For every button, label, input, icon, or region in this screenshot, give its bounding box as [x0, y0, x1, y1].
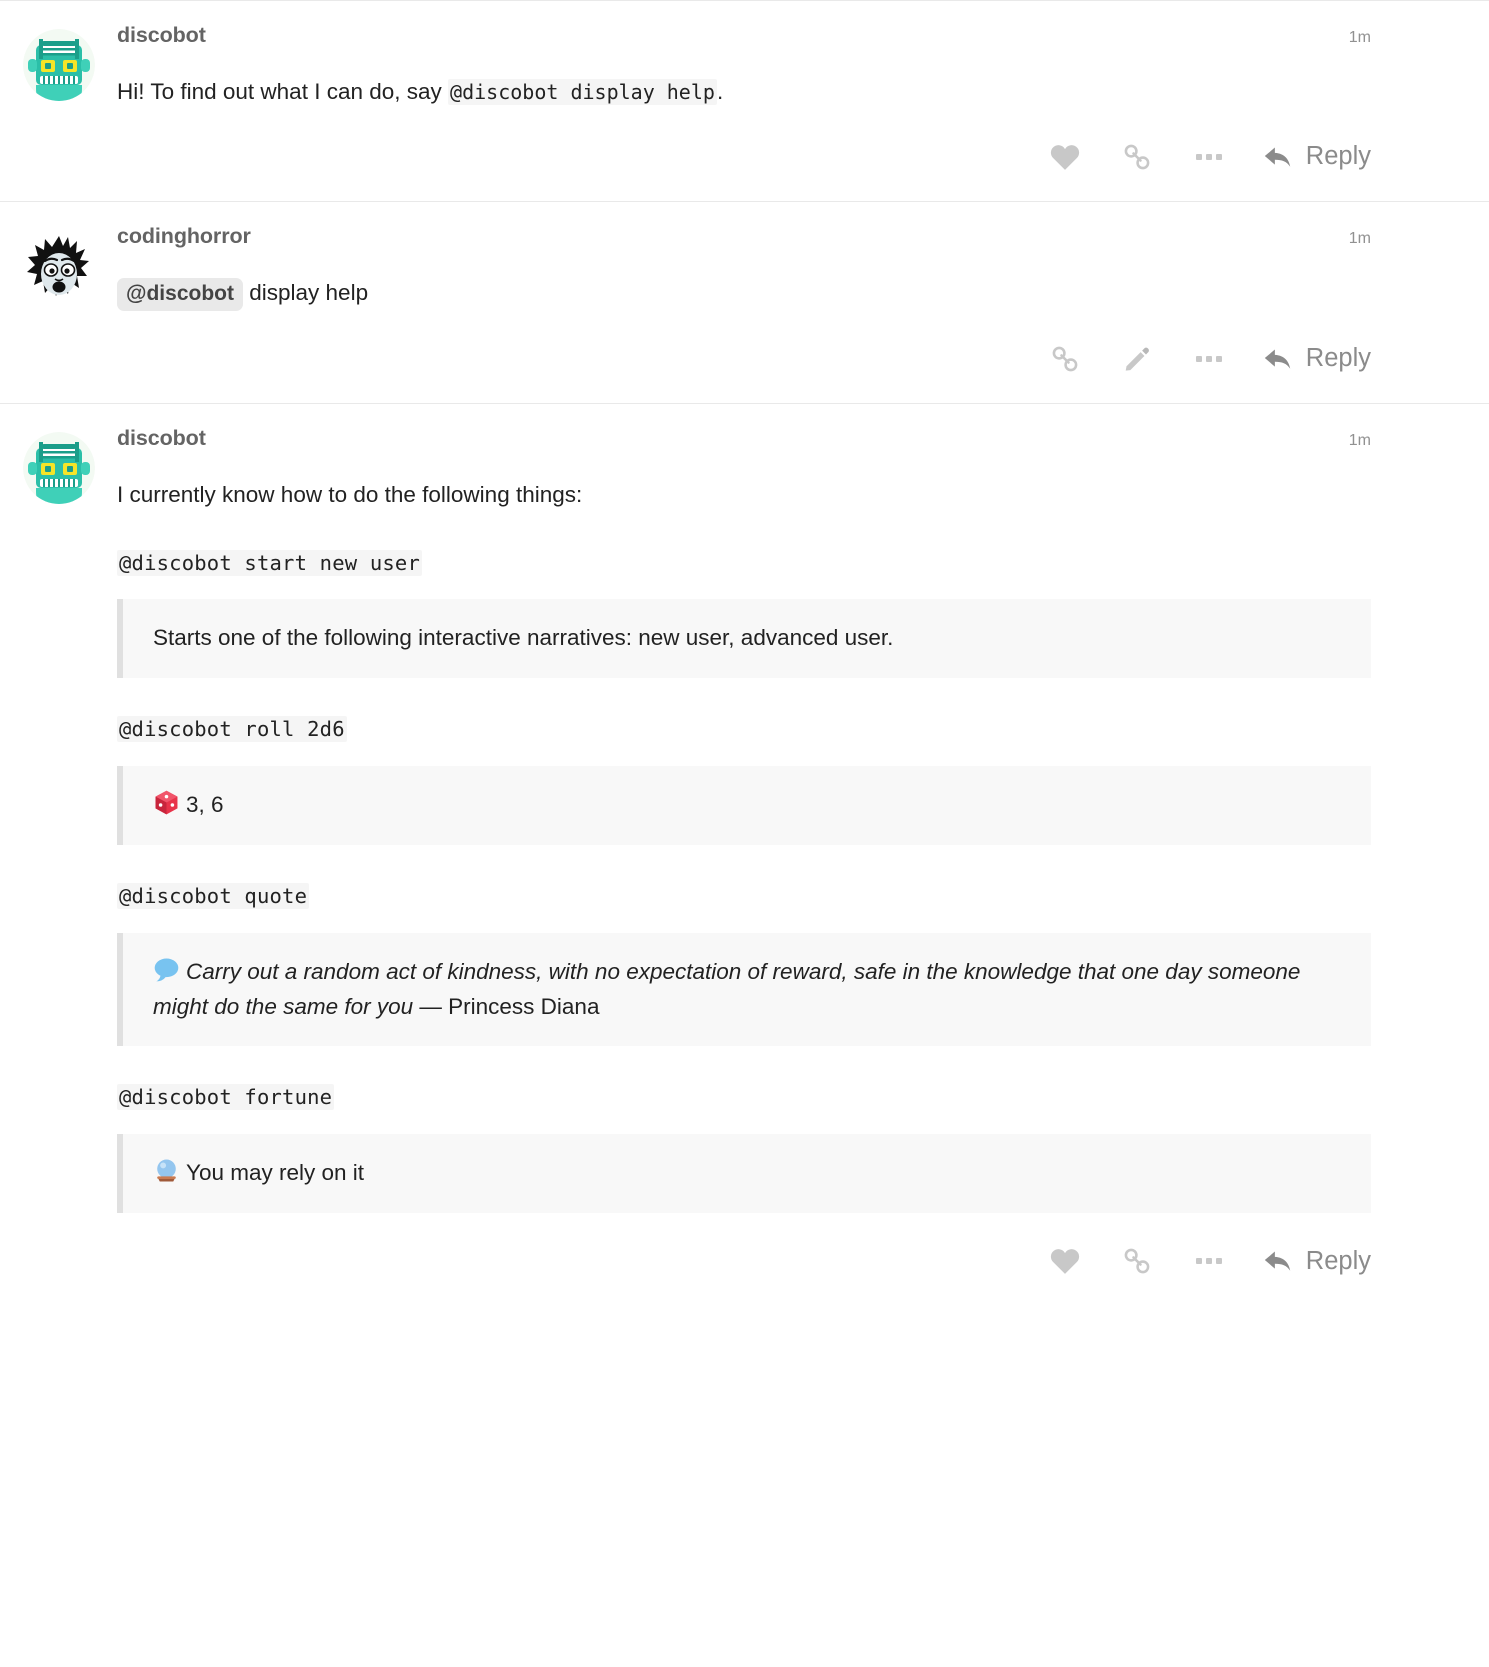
- link-icon[interactable]: [1029, 336, 1101, 382]
- post-body: discobot 1m I currently know how to do t…: [117, 426, 1489, 1214]
- reply-label: Reply: [1305, 344, 1371, 373]
- reply-label: Reply: [1305, 142, 1371, 171]
- post-2: codinghorror 1m @discobot display help R…: [0, 200, 1489, 403]
- intro-paragraph: I currently know how to do the following…: [117, 481, 583, 507]
- crystal-ball-emoji: [153, 1157, 180, 1184]
- reply-button[interactable]: Reply: [1245, 134, 1371, 180]
- post-content: I currently know how to do the following…: [117, 456, 1371, 1214]
- inline-code-display-help: @discobot display help: [448, 79, 717, 105]
- link-icon[interactable]: [1101, 134, 1173, 180]
- reply-button[interactable]: Reply: [1245, 1238, 1371, 1284]
- post-3: discobot 1m I currently know how to do t…: [0, 402, 1489, 1305]
- roll-result-value: 3, 6: [186, 792, 224, 818]
- code-quote: @discobot quote: [117, 882, 310, 909]
- greeting-paragraph: Hi! To find out what I can do, say @disc…: [117, 75, 1371, 109]
- avatar-column: [0, 224, 117, 311]
- link-icon[interactable]: [1101, 1238, 1173, 1284]
- speech-balloon-emoji: [153, 956, 180, 983]
- code-start-new-user: @discobot start new user: [117, 549, 423, 576]
- post-content: @discobot display help: [117, 254, 1371, 311]
- post-body: codinghorror 1m @discobot display help: [117, 224, 1489, 311]
- post-actions-1: Reply: [0, 109, 1489, 201]
- quote-attribution: — Princess Diana: [413, 993, 600, 1019]
- post-username[interactable]: codinghorror: [117, 224, 251, 249]
- command-line-start-new-user: @discobot start new user: [117, 546, 1371, 580]
- game-die-emoji: [153, 789, 180, 816]
- post-username[interactable]: discobot: [117, 23, 206, 48]
- topic-post-stream: discobot 1m Hi! To find out what I can d…: [0, 0, 1489, 1305]
- result-quote-line: Carry out a random act of kindness, with…: [153, 955, 1345, 1025]
- show-more-icon[interactable]: [1173, 336, 1245, 382]
- avatar-codinghorror[interactable]: [22, 229, 95, 302]
- reply-arrow-icon: [1264, 1251, 1291, 1271]
- result-text: Starts one of the following interactive …: [153, 625, 894, 651]
- mention-discobot[interactable]: @discobot: [117, 277, 243, 311]
- post-header: discobot 1m: [117, 426, 1371, 456]
- avatar-discobot[interactable]: [22, 29, 95, 101]
- quote-text: Carry out a random act of kindness, with…: [153, 958, 1301, 1019]
- result-fortune-line: You may rely on it: [153, 1156, 1345, 1191]
- mention-command-text: display help: [249, 279, 369, 305]
- result-start-new-user: Starts one of the following interactive …: [117, 599, 1371, 679]
- post-date[interactable]: 1m: [1349, 432, 1371, 450]
- mention-paragraph: @discobot display help: [117, 276, 1371, 311]
- avatar-discobot[interactable]: [22, 431, 95, 504]
- reply-button[interactable]: Reply: [1245, 336, 1371, 382]
- command-line-fortune: @discobot fortune: [117, 1080, 1371, 1114]
- result-fortune: You may rely on it: [117, 1134, 1371, 1214]
- fortune-text: You may rely on it: [186, 1160, 365, 1186]
- show-more-icon[interactable]: [1173, 1238, 1245, 1284]
- post-actions-3: Reply: [0, 1213, 1489, 1305]
- avatar-column: [0, 23, 117, 109]
- avatar-column: [0, 426, 117, 1213]
- post-date[interactable]: 1m: [1349, 230, 1371, 248]
- post-header: codinghorror 1m: [117, 224, 1371, 254]
- command-line-quote: @discobot quote: [117, 879, 1371, 913]
- post-1: discobot 1m Hi! To find out what I can d…: [0, 0, 1489, 201]
- post-content: Hi! To find out what I can do, say @disc…: [117, 53, 1371, 109]
- post-username[interactable]: discobot: [117, 426, 206, 451]
- show-more-icon[interactable]: [1173, 134, 1245, 180]
- command-line-roll: @discobot roll 2d6: [117, 712, 1371, 746]
- greeting-text: Hi! To find out what I can do, say: [117, 79, 449, 104]
- greeting-period: .: [716, 79, 724, 104]
- code-fortune: @discobot fortune: [117, 1084, 335, 1111]
- result-roll: 3, 6: [117, 766, 1371, 845]
- like-button[interactable]: [1029, 134, 1101, 180]
- edit-pencil-icon[interactable]: [1101, 336, 1173, 382]
- reply-arrow-icon: [1264, 349, 1291, 369]
- post-body: discobot 1m Hi! To find out what I can d…: [117, 23, 1489, 109]
- post-header: discobot 1m: [117, 23, 1371, 53]
- result-roll-line: 3, 6: [153, 788, 1345, 823]
- like-button[interactable]: [1029, 1238, 1101, 1284]
- reply-label: Reply: [1305, 1246, 1371, 1275]
- post-actions-2: Reply: [0, 311, 1489, 403]
- result-quote: Carry out a random act of kindness, with…: [117, 932, 1371, 1047]
- reply-arrow-icon: [1264, 147, 1291, 167]
- post-date[interactable]: 1m: [1349, 29, 1371, 47]
- code-roll-2d6: @discobot roll 2d6: [117, 716, 347, 743]
